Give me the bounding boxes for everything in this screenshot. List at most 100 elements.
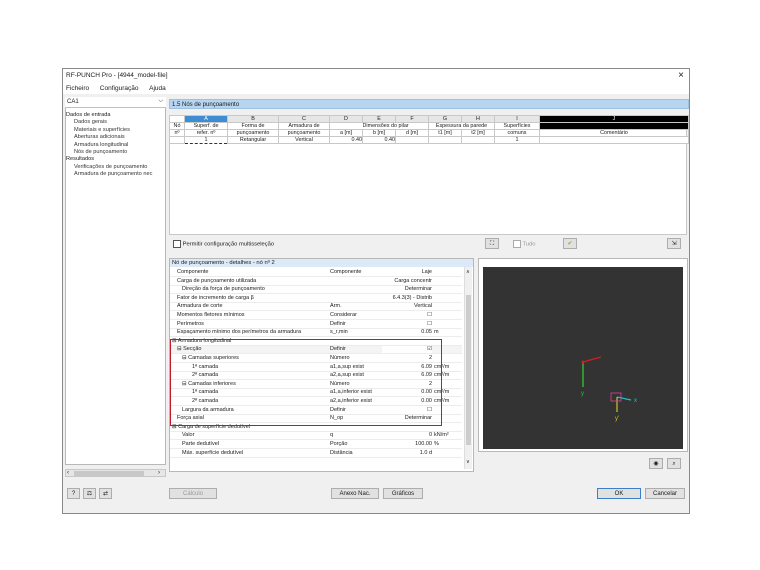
- graphics-button[interactable]: Gráficos: [383, 488, 423, 499]
- row-number[interactable]: 2: [169, 136, 185, 144]
- scroll-left-icon[interactable]: ‹: [67, 470, 69, 476]
- detail-row[interactable]: Máx. superfície dedutível Distância 1.0 d: [170, 450, 462, 458]
- detail-value[interactable]: Vertical: [382, 303, 432, 310]
- col-letter: G: [428, 115, 462, 123]
- origin-icon: [581, 360, 585, 364]
- close-icon[interactable]: ×: [678, 70, 684, 81]
- col-letter: I: [494, 115, 540, 123]
- menu-ajuda[interactable]: Ajuda: [149, 85, 166, 92]
- header-cell: Superf. de: [184, 122, 228, 130]
- details-scrollbar[interactable]: ∧ ∨: [464, 267, 472, 469]
- table-cell[interactable]: [395, 136, 429, 144]
- detail-value[interactable]: 6.4.3(3) - Distrib: [382, 295, 432, 302]
- table-cell[interactable]: 0.40: [362, 136, 396, 144]
- detail-row[interactable]: Perímetros Definir ☐: [170, 321, 462, 329]
- export-button[interactable]: ⇲: [667, 238, 681, 249]
- apply-button[interactable]: ✔: [563, 238, 577, 249]
- detail-label: Valor: [182, 432, 195, 439]
- table-cell[interactable]: Retangular: [227, 136, 279, 144]
- help-button[interactable]: ?: [67, 488, 80, 499]
- scroll-down-icon[interactable]: ∨: [466, 459, 470, 465]
- detail-row[interactable]: Valor q 0 kN/m²: [170, 432, 462, 441]
- detail-value[interactable]: 0: [382, 432, 432, 439]
- detail-row[interactable]: Armadura de corte Arm. Vertical: [170, 303, 462, 312]
- detail-row[interactable]: Componente Componente Laje: [170, 269, 462, 277]
- scroll-right-icon[interactable]: ›: [158, 470, 160, 476]
- header-cell: [329, 122, 363, 130]
- chevron-down-icon[interactable]: ⌵: [158, 98, 163, 105]
- tudo-option[interactable]: Tudo: [513, 240, 536, 248]
- detail-row[interactable]: Espaçamento mínimo dos perímetros da arm…: [170, 329, 462, 338]
- tree-item[interactable]: Dados gerais: [66, 119, 166, 126]
- tree-item[interactable]: Resultados: [66, 156, 166, 163]
- table-letter-row: A B C D E F G H I J: [169, 115, 689, 123]
- load-case-select[interactable]: CA1 ⌵: [65, 97, 166, 108]
- export-icon: ⇲: [671, 241, 677, 247]
- detail-label: Perímetros: [177, 320, 204, 327]
- table-cell[interactable]: 1: [184, 136, 228, 144]
- detail-label: Componente: [177, 269, 209, 275]
- detail-value[interactable]: 1.0 d: [382, 450, 432, 457]
- table-cell[interactable]: [539, 136, 689, 144]
- header-cell: d [m]: [395, 129, 429, 137]
- detail-value[interactable]: Laje: [382, 269, 432, 276]
- detail-value[interactable]: ☐: [382, 321, 432, 328]
- detail-row[interactable]: Fator de incremento de carga β 6.4.3(3) -…: [170, 295, 462, 303]
- table-row[interactable]: 2 1 Retangular Vertical 0.40 0.40 1: [169, 136, 689, 144]
- ok-button[interactable]: OK: [597, 488, 641, 499]
- scroll-up-icon[interactable]: ∧: [466, 269, 470, 275]
- header-cell: Superfícies: [494, 122, 540, 130]
- navigator-scrollbar[interactable]: [65, 469, 166, 477]
- detail-value[interactable]: ☐: [382, 312, 432, 319]
- detail-label: Carga de punçoamento utilizada: [177, 277, 257, 284]
- tree-item[interactable]: Materiais e superfícies: [66, 127, 166, 134]
- units-button[interactable]: ⚖: [83, 488, 96, 499]
- header-cell: a [m]: [329, 129, 363, 137]
- tree-item[interactable]: Nós de punçoamento: [66, 149, 166, 156]
- multiselect-option[interactable]: Permitir configuração multisseleção: [173, 240, 274, 248]
- menu-configuracao[interactable]: Configuração: [100, 85, 139, 92]
- scroll-thumb[interactable]: [74, 471, 144, 476]
- table-cell[interactable]: Vertical: [278, 136, 330, 144]
- menu-ficheiro[interactable]: Ficheiro: [66, 85, 89, 92]
- filter-icon: ⛶: [489, 241, 495, 247]
- detail-value[interactable]: 100.00: [382, 441, 432, 448]
- scroll-thumb[interactable]: [466, 295, 471, 445]
- window-title: RF-PUNCH Pro - [4944_model-file]: [66, 72, 168, 79]
- zoom-button[interactable]: ⌕: [667, 458, 681, 469]
- detail-value[interactable]: Determinar: [382, 286, 432, 293]
- export-table-button[interactable]: ⇄: [99, 488, 112, 499]
- axis-svg: x y y': [581, 356, 637, 422]
- national-annex-button[interactable]: Anexo Nac.: [331, 488, 379, 499]
- view-button[interactable]: ◉: [649, 458, 663, 469]
- detail-row[interactable]: Momentos fletores mínimos Considerar ☐: [170, 312, 462, 320]
- filter-button[interactable]: ⛶: [485, 238, 499, 249]
- tree-item[interactable]: Verificações de punçoamento: [66, 164, 166, 171]
- multiselect-checkbox[interactable]: [173, 240, 181, 248]
- detail-value[interactable]: Carga concentr: [382, 278, 432, 285]
- detail-unit: m: [434, 329, 439, 336]
- detail-row[interactable]: Direção da força de punçoamento Determina…: [170, 286, 462, 295]
- model-view[interactable]: x y y': [483, 267, 683, 449]
- tree-item[interactable]: Armadura longitudinal: [66, 142, 166, 149]
- detail-symbol: Porção: [330, 441, 348, 447]
- header-cell: Dimensões do pilar: [362, 122, 429, 130]
- cancel-button[interactable]: Cancelar: [645, 488, 685, 499]
- tree-item[interactable]: Aberturas adicionais: [66, 134, 166, 141]
- tree-item[interactable]: Armadura de punçoamento nec: [66, 171, 166, 178]
- header-cell: punçoamento: [278, 129, 330, 137]
- detail-row[interactable]: Parte dedutível Porção 100.00%: [170, 441, 462, 449]
- col-letter: C: [278, 115, 330, 123]
- detail-row[interactable]: Carga de punçoamento utilizada Carga conc…: [170, 278, 462, 286]
- table-cell[interactable]: 0.40: [329, 136, 363, 144]
- table-cell[interactable]: [428, 136, 462, 144]
- highlight-frame: [170, 339, 442, 426]
- tree-item[interactable]: Dados de entrada: [66, 112, 166, 119]
- table-cell[interactable]: 1: [494, 136, 540, 144]
- calculate-button[interactable]: Cálculo: [169, 488, 217, 499]
- header-cell: nº: [169, 129, 185, 137]
- detail-value[interactable]: 0.05: [382, 329, 432, 336]
- table-cell[interactable]: [461, 136, 495, 144]
- tudo-checkbox[interactable]: [513, 240, 521, 248]
- detail-label: Parte dedutível: [182, 441, 219, 447]
